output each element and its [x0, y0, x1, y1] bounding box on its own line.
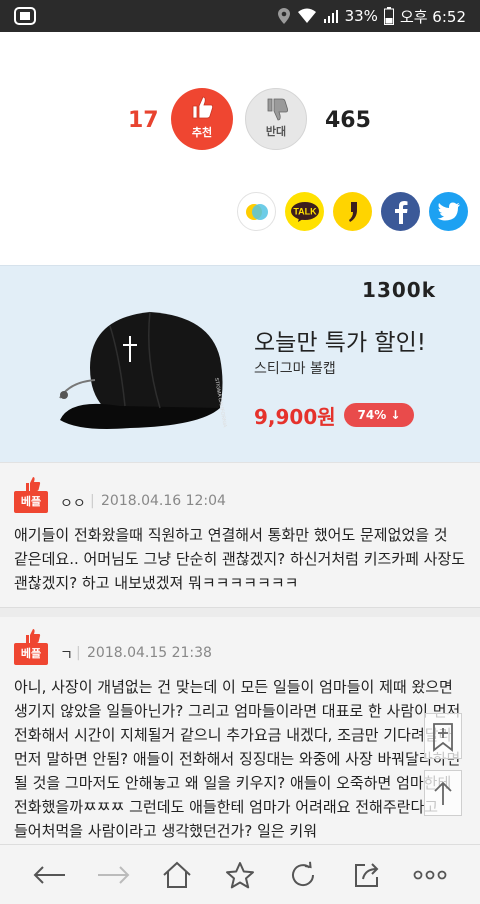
cap-product-image: STIGMA CALIFORNIA — [59, 311, 228, 429]
thumbs-down-icon — [267, 98, 288, 121]
recommend-count: 17 — [128, 108, 159, 133]
talk-text: TALK — [293, 206, 317, 216]
facebook-share-button[interactable] — [381, 192, 420, 231]
refresh-icon — [292, 861, 315, 886]
home-button[interactable] — [156, 854, 198, 896]
kakaostory-icon — [245, 203, 268, 220]
share-icon — [354, 862, 379, 887]
comment-author: ㄱ — [60, 648, 73, 664]
ad-brand-logo: 1300k — [362, 278, 436, 302]
forward-button[interactable] — [92, 854, 134, 896]
separator: | — [90, 493, 95, 509]
ad-title: 오늘만 특가 할인! — [254, 330, 426, 356]
kakaostory-share-button[interactable] — [237, 192, 276, 231]
scroll-top-button[interactable] — [424, 770, 462, 816]
ad-discount-badge: 74% ↓ — [344, 403, 414, 427]
comment-divider — [0, 607, 480, 617]
battery-icon — [383, 7, 394, 25]
bookmark-add-button[interactable] — [424, 713, 462, 759]
separator: | — [76, 645, 81, 661]
arrow-right-icon — [98, 865, 130, 884]
battery-percent: 33% — [344, 7, 378, 25]
ad-banner[interactable]: 1300k STIGMA CALIFORNIA 오늘만 특가 할인! 스티그마 … — [0, 265, 480, 462]
arrow-left-icon — [33, 865, 65, 884]
comment-header: 베플 ㄱ | 2018.04.15 21:38 — [14, 629, 466, 665]
browser-toolbar — [0, 844, 480, 904]
share-button[interactable] — [346, 854, 388, 896]
ad-price: 9,900원 — [254, 405, 336, 429]
comment-author: ㅇㅇ — [60, 496, 86, 512]
share-buttons: TALK — [237, 192, 468, 231]
app-notification-icon — [14, 7, 36, 25]
back-button[interactable] — [29, 854, 71, 896]
best-comment-badge: 베플 — [14, 643, 48, 665]
recommend-button[interactable]: 추천 — [171, 88, 233, 150]
clock: 오후 6:52 — [399, 7, 466, 26]
home-icon — [162, 861, 191, 888]
ad-product-name: 스티그마 볼캡 — [254, 361, 336, 377]
comment-item: 베플 ㅇㅇ | 2018.04.16 12:04 애기들이 전화왔을때 직원하고… — [0, 477, 480, 595]
comment-list: 베플 ㅇㅇ | 2018.04.16 12:04 애기들이 전화왔을때 직원하고… — [0, 462, 480, 844]
comment-item: 베플 ㄱ | 2018.04.15 21:38 아니, 사장이 개념없는 건 맞… — [0, 629, 480, 843]
comment-date: 2018.04.15 21:38 — [87, 645, 212, 661]
more-button[interactable] — [409, 854, 451, 896]
wifi-icon — [297, 8, 316, 23]
comment-body: 애기들이 전화왔을때 직원하고 연결해서 통화만 했어도 문제없었을 것 같은데… — [14, 526, 466, 592]
oppose-label: 반대 — [265, 125, 287, 138]
star-icon — [225, 861, 254, 888]
signal-icon — [323, 10, 338, 23]
kakao-icon — [348, 201, 357, 222]
twitter-share-button[interactable] — [429, 192, 468, 231]
kakao-share-button[interactable] — [333, 192, 372, 231]
recommend-label: 추천 — [191, 126, 213, 139]
best-comment-badge: 베플 — [14, 491, 48, 513]
bookmark-plus-icon — [433, 723, 453, 752]
status-icons: 33% 오후 6:52 — [277, 0, 466, 32]
vote-section: 17 추천 반대 465 TALK — [0, 32, 480, 264]
comment-header: 베플 ㅇㅇ | 2018.04.16 12:04 — [14, 477, 466, 513]
arrow-up-icon — [434, 781, 452, 805]
kakaotalk-icon: TALK — [290, 201, 319, 222]
twitter-icon — [437, 202, 460, 220]
comment-body: 아니, 사장이 개념없는 건 맞는데 이 모든 일들이 엄마들이 제때 왔으면 … — [14, 678, 461, 840]
bookmark-button[interactable] — [219, 854, 261, 896]
thumbs-up-icon — [192, 96, 213, 119]
comment-date: 2018.04.16 12:04 — [101, 493, 226, 509]
facebook-icon — [394, 200, 407, 224]
location-icon — [277, 8, 290, 24]
kakaotalk-share-button[interactable]: TALK — [285, 192, 324, 231]
oppose-button[interactable]: 반대 — [245, 88, 307, 150]
more-icon — [413, 870, 447, 879]
status-bar: 33% 오후 6:52 — [0, 0, 480, 32]
refresh-button[interactable] — [282, 854, 324, 896]
oppose-count: 465 — [325, 108, 371, 133]
